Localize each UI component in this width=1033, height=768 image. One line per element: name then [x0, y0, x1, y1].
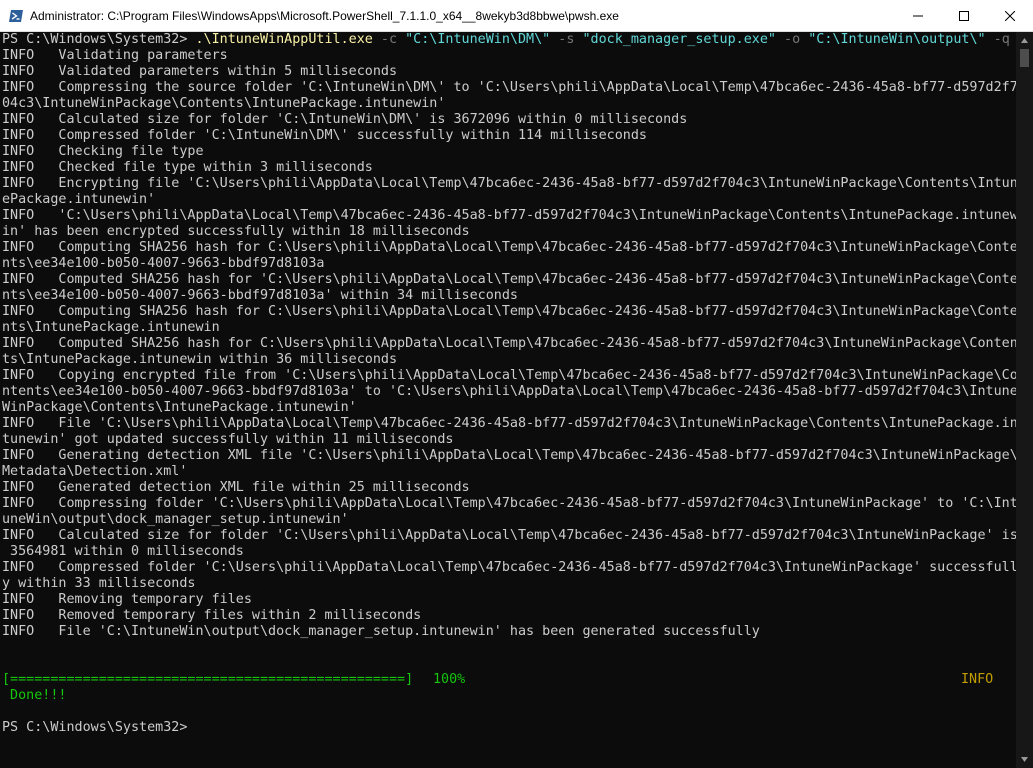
- chevron-up-icon: [1021, 38, 1028, 43]
- done-message: Done!!!: [2, 688, 67, 703]
- output-line: INFO Calculated size for folder 'C:\Intu…: [2, 112, 688, 127]
- command-arg: -s: [550, 32, 583, 47]
- close-icon: [1005, 10, 1015, 21]
- progress-line: [=======================================…: [0, 672, 1016, 688]
- command-exe: .\IntuneWinAppUtil.exe: [195, 32, 373, 47]
- output-line: ntents\ee34e100-b050-4007-9663-bbdf97d81…: [2, 384, 1016, 399]
- output-line: nts\ee34e100-b050-4007-9663-bbdf97d8103a: [2, 256, 325, 271]
- output-line: INFO Generating detection XML file 'C:\U…: [2, 448, 1016, 463]
- output-line: INFO Validating parameters: [2, 48, 228, 63]
- progress-percent: 100%: [433, 672, 466, 687]
- output-line: INFO Computing SHA256 hash for C:\Users\…: [2, 304, 1016, 319]
- console-output[interactable]: PS C:\Windows\System32> .\IntuneWinAppUt…: [0, 32, 1016, 768]
- maximize-button[interactable]: [941, 0, 987, 31]
- output-line: 3564981 within 0 milliseconds: [2, 544, 244, 559]
- output-line: nts\IntunePackage.intunewin: [2, 320, 220, 335]
- output-line: INFO 'C:\Users\phili\AppData\Local\Temp\…: [2, 208, 1016, 223]
- progress-bar: [=======================================…: [2, 672, 414, 687]
- minimize-button[interactable]: [895, 0, 941, 31]
- close-button[interactable]: [987, 0, 1033, 31]
- scroll-thumb[interactable]: [1020, 49, 1029, 67]
- command-arg: -o: [775, 32, 809, 47]
- output-line: INFO Calculated size for folder 'C:\User…: [2, 528, 1016, 543]
- output-line: INFO Checked file type within 3 millisec…: [2, 160, 373, 175]
- command-line: PS C:\Windows\System32> .\IntuneWinAppUt…: [0, 32, 1016, 48]
- maximize-icon: [959, 10, 969, 21]
- output-line: INFO Compressing folder 'C:\Users\phili\…: [2, 496, 1016, 511]
- output-line: nts\ee34e100-b050-4007-9663-bbdf97d8103a…: [2, 288, 518, 303]
- output-line: INFO Checking file type: [2, 144, 204, 159]
- command-arg: "dock_manager_setup.exe": [582, 32, 776, 47]
- output-line: INFO Computing SHA256 hash for C:\Users\…: [2, 240, 1016, 255]
- output-line: INFO Removing temporary files: [2, 592, 252, 607]
- progress-level: INFO: [961, 672, 994, 687]
- output-line: ePackage.intunewin': [2, 192, 156, 207]
- command-arg: -q: [985, 32, 1010, 47]
- command-arg: "C:\IntuneWin\DM\": [405, 32, 551, 47]
- output-line: INFO Copying encrypted file from 'C:\Use…: [2, 368, 1016, 383]
- output-line: INFO File 'C:\Users\phili\AppData\Local\…: [2, 416, 1016, 431]
- output-line: INFO Computed SHA256 hash for 'C:\Users\…: [2, 272, 1016, 287]
- output-line: INFO Generated detection XML file within…: [2, 480, 470, 495]
- output-line: Metadata\Detection.xml': [2, 464, 188, 479]
- output-line: INFO Compressed folder 'C:\IntuneWin\DM\…: [2, 128, 647, 143]
- output-line: INFO Compressed folder 'C:\Users\phili\A…: [2, 560, 1016, 575]
- output-line: WinPackage\Contents\IntunePackage.intune…: [2, 400, 357, 415]
- caption-buttons: [895, 0, 1033, 31]
- output-line: INFO Validated parameters within 5 milli…: [2, 64, 398, 79]
- scroll-up-button[interactable]: [1016, 32, 1033, 49]
- output-line: tunewin' got updated successfully within…: [2, 432, 454, 447]
- final-prompt: PS C:\Windows\System32>: [2, 720, 188, 735]
- output-line: INFO Removed temporary files within 2 mi…: [2, 608, 422, 623]
- scroll-down-button[interactable]: [1016, 751, 1033, 768]
- window-titlebar[interactable]: Administrator: C:\Program Files\WindowsA…: [0, 0, 1033, 32]
- minimize-icon: [913, 15, 923, 16]
- output-line: INFO File 'C:\IntuneWin\output\dock_mana…: [2, 624, 760, 639]
- output-line: INFO Computed SHA256 hash for C:\Users\p…: [2, 336, 1016, 351]
- output-line: 04c3\IntuneWinPackage\Contents\IntunePac…: [2, 96, 446, 111]
- command-arg: "C:\IntuneWin\output\": [808, 32, 986, 47]
- window-title: Administrator: C:\Program Files\WindowsA…: [30, 8, 619, 23]
- command-arg: -c: [372, 32, 406, 47]
- output-line: in' has been encrypted successfully with…: [2, 224, 470, 239]
- output-line: y within 33 milliseconds: [2, 576, 196, 591]
- vertical-scrollbar[interactable]: [1016, 32, 1033, 768]
- powershell-icon: [8, 8, 24, 24]
- output-line: ts\IntunePackage.intunewin within 36 mil…: [2, 352, 398, 367]
- prompt-text: PS C:\Windows\System32>: [2, 32, 196, 47]
- chevron-down-icon: [1021, 757, 1028, 762]
- output-line: uneWin\output\dock_manager_setup.intunew…: [2, 512, 349, 527]
- command-args: -c "C:\IntuneWin\DM\" -s "dock_manager_s…: [373, 32, 1010, 47]
- output-lines: INFO Validating parameters INFO Validated…: [0, 48, 1016, 640]
- output-line: INFO Encrypting file 'C:\Users\phili\App…: [2, 176, 1016, 191]
- output-line: INFO Compressing the source folder 'C:\I…: [2, 80, 1016, 95]
